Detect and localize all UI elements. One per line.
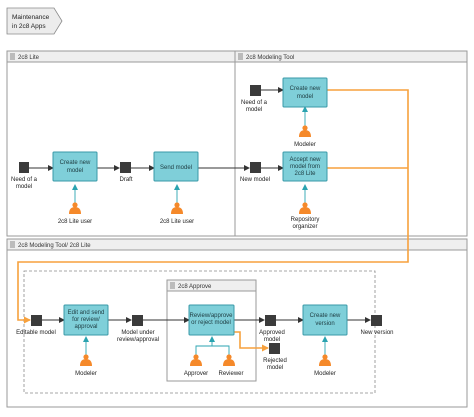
doc-label: Approved <box>259 330 285 336</box>
role-label: Repository <box>291 217 320 223</box>
pool-title-approve: 2c8 Approve <box>178 284 212 290</box>
role-label: Modeler <box>294 142 316 148</box>
role-label: Modeler <box>75 371 97 377</box>
task-label: model from <box>290 164 320 170</box>
pool-icon <box>238 53 243 60</box>
task-label: approval <box>74 324 97 330</box>
pool-title-lite: 2c8 Lite <box>18 55 40 61</box>
pool-2c8-lite: 2c8 Lite <box>6 50 236 237</box>
task-create-new-version[interactable]: Create new version <box>302 304 348 336</box>
diagram-header: Maintenance in 2c8 Apps <box>6 7 63 35</box>
doc-label: model <box>246 107 262 113</box>
task-label: Accept new <box>289 157 321 163</box>
doc-label: model <box>16 184 32 190</box>
task-send-model[interactable]: Send model <box>153 151 199 182</box>
task-label: or reject model <box>191 320 231 326</box>
task-label: Edit and send <box>68 310 105 316</box>
task-create-new-model-lite[interactable]: Create new model <box>52 151 98 182</box>
task-label: Create new <box>60 160 91 166</box>
task-label: Create new <box>310 313 341 319</box>
task-label: model <box>297 94 313 100</box>
task-accept-new-model[interactable]: Accept new model from 2c8 Lite <box>282 151 328 182</box>
pool-icon <box>10 241 15 248</box>
task-label: 2c8 Lite <box>294 171 316 177</box>
role-label: organizer <box>292 224 317 230</box>
pool-title-combined: 2c8 Modeling Tool/ 2c8 Lite <box>18 243 91 249</box>
pool-2c8-modeling-tool: 2c8 Modeling Tool <box>234 50 468 237</box>
doc-label: New model <box>240 177 270 183</box>
pool-title-modeling: 2c8 Modeling Tool <box>246 55 294 61</box>
task-label: model <box>67 168 83 174</box>
doc-label: review/approval <box>117 337 159 343</box>
task-create-new-model-modeling[interactable]: Create new model <box>282 77 328 108</box>
doc-label: Need of a <box>11 177 38 183</box>
doc-draft[interactable]: Draft <box>119 162 133 183</box>
role-label: Reviewer <box>218 371 243 377</box>
role-label: Modeler <box>314 371 336 377</box>
doc-label: New version <box>360 330 393 336</box>
doc-label: Need of a <box>241 100 268 106</box>
header-line-1: Maintenance <box>12 14 50 21</box>
process-diagram: Maintenance in 2c8 Apps 2c8 Lite 2c8 Mod… <box>6 7 468 408</box>
doc-label: model <box>267 365 283 371</box>
role-label: 2c8 Lite user <box>58 219 92 225</box>
doc-label: Model under <box>121 330 154 336</box>
task-label: for review/ <box>72 317 100 323</box>
doc-label: Editable model <box>16 330 56 336</box>
task-label: Create new <box>290 86 321 92</box>
header-line-2: in 2c8 Apps <box>12 23 46 30</box>
task-label: version <box>315 321 334 327</box>
doc-label: model <box>264 337 280 343</box>
task-label: Review/approve <box>189 313 233 319</box>
doc-label: Rejected <box>263 358 287 364</box>
task-edit-and-send[interactable]: Edit and send for review/ approval <box>63 304 109 336</box>
task-review-approve-reject[interactable]: Review/approve or reject model <box>188 304 235 336</box>
role-label: 2c8 Lite user <box>160 219 194 225</box>
role-label: Approver <box>184 371 208 377</box>
doc-label: Draft <box>119 177 132 183</box>
task-label: Send model <box>160 165 192 171</box>
pool-icon <box>170 282 175 289</box>
pool-icon <box>10 53 15 60</box>
